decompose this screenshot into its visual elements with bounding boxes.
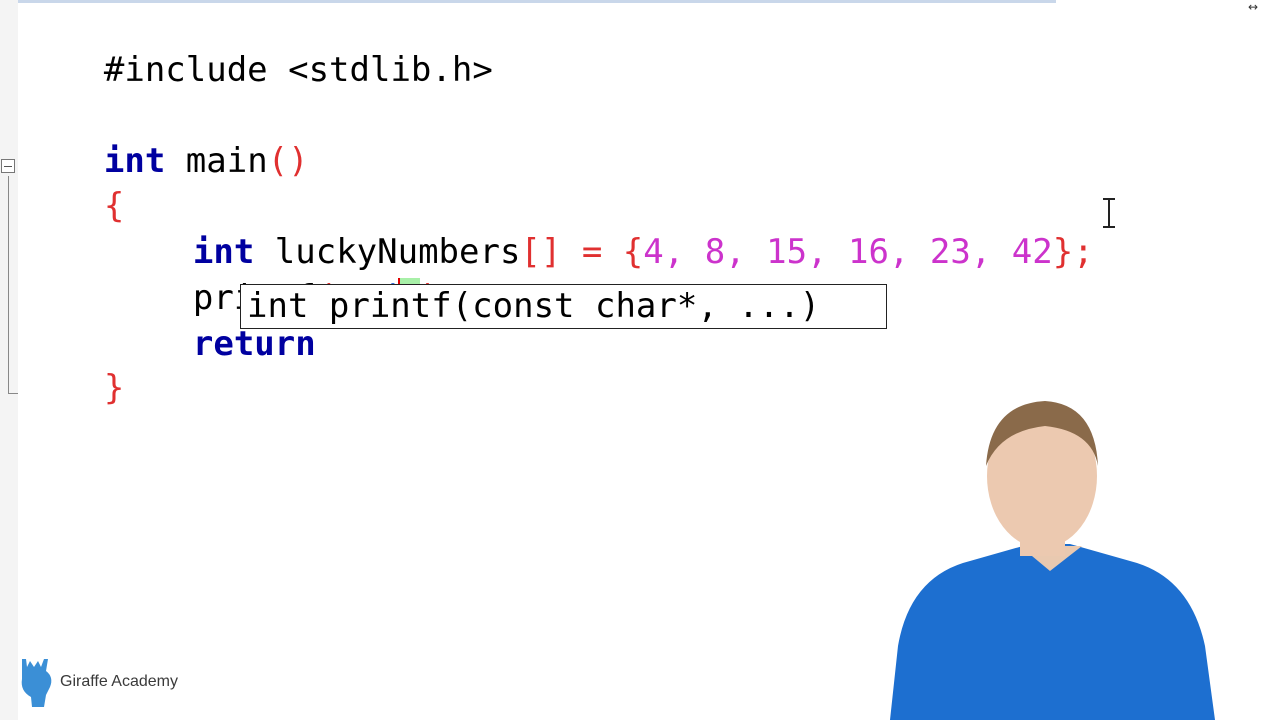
close-brace: }	[103, 368, 125, 408]
resize-arrow-icon[interactable]: ↔	[1248, 0, 1258, 14]
giraffe-icon	[21, 659, 52, 707]
array-open-brace: {	[622, 232, 644, 272]
editor-gutter	[0, 0, 18, 720]
assign-operator: =	[561, 232, 623, 272]
fold-guide-end	[8, 393, 18, 394]
text-cursor-ibeam-icon	[1103, 198, 1115, 228]
array-close-brace: };	[1052, 232, 1094, 272]
keyword-return: return	[192, 324, 316, 364]
brand-name: Giraffe Academy	[60, 673, 178, 690]
code-line-close-brace[interactable]: }	[22, 328, 124, 448]
code-line-open-brace[interactable]: {	[22, 146, 124, 266]
brand-logo: Giraffe Academy	[16, 656, 178, 708]
function-name-main: main	[165, 141, 268, 181]
fold-collapse-icon[interactable]	[1, 159, 15, 173]
include-directive: #include <stdlib.h>	[103, 50, 493, 90]
array-brackets: []	[520, 232, 562, 272]
main-parens: ()	[267, 141, 309, 181]
editor-top-border	[0, 0, 1056, 3]
array-values: 4, 8, 15, 16, 23, 42	[643, 232, 1053, 272]
signature-tooltip: int printf(const char*, ...)	[240, 284, 887, 329]
fold-guide-line	[8, 176, 9, 394]
presenter-webcam	[870, 396, 1230, 720]
